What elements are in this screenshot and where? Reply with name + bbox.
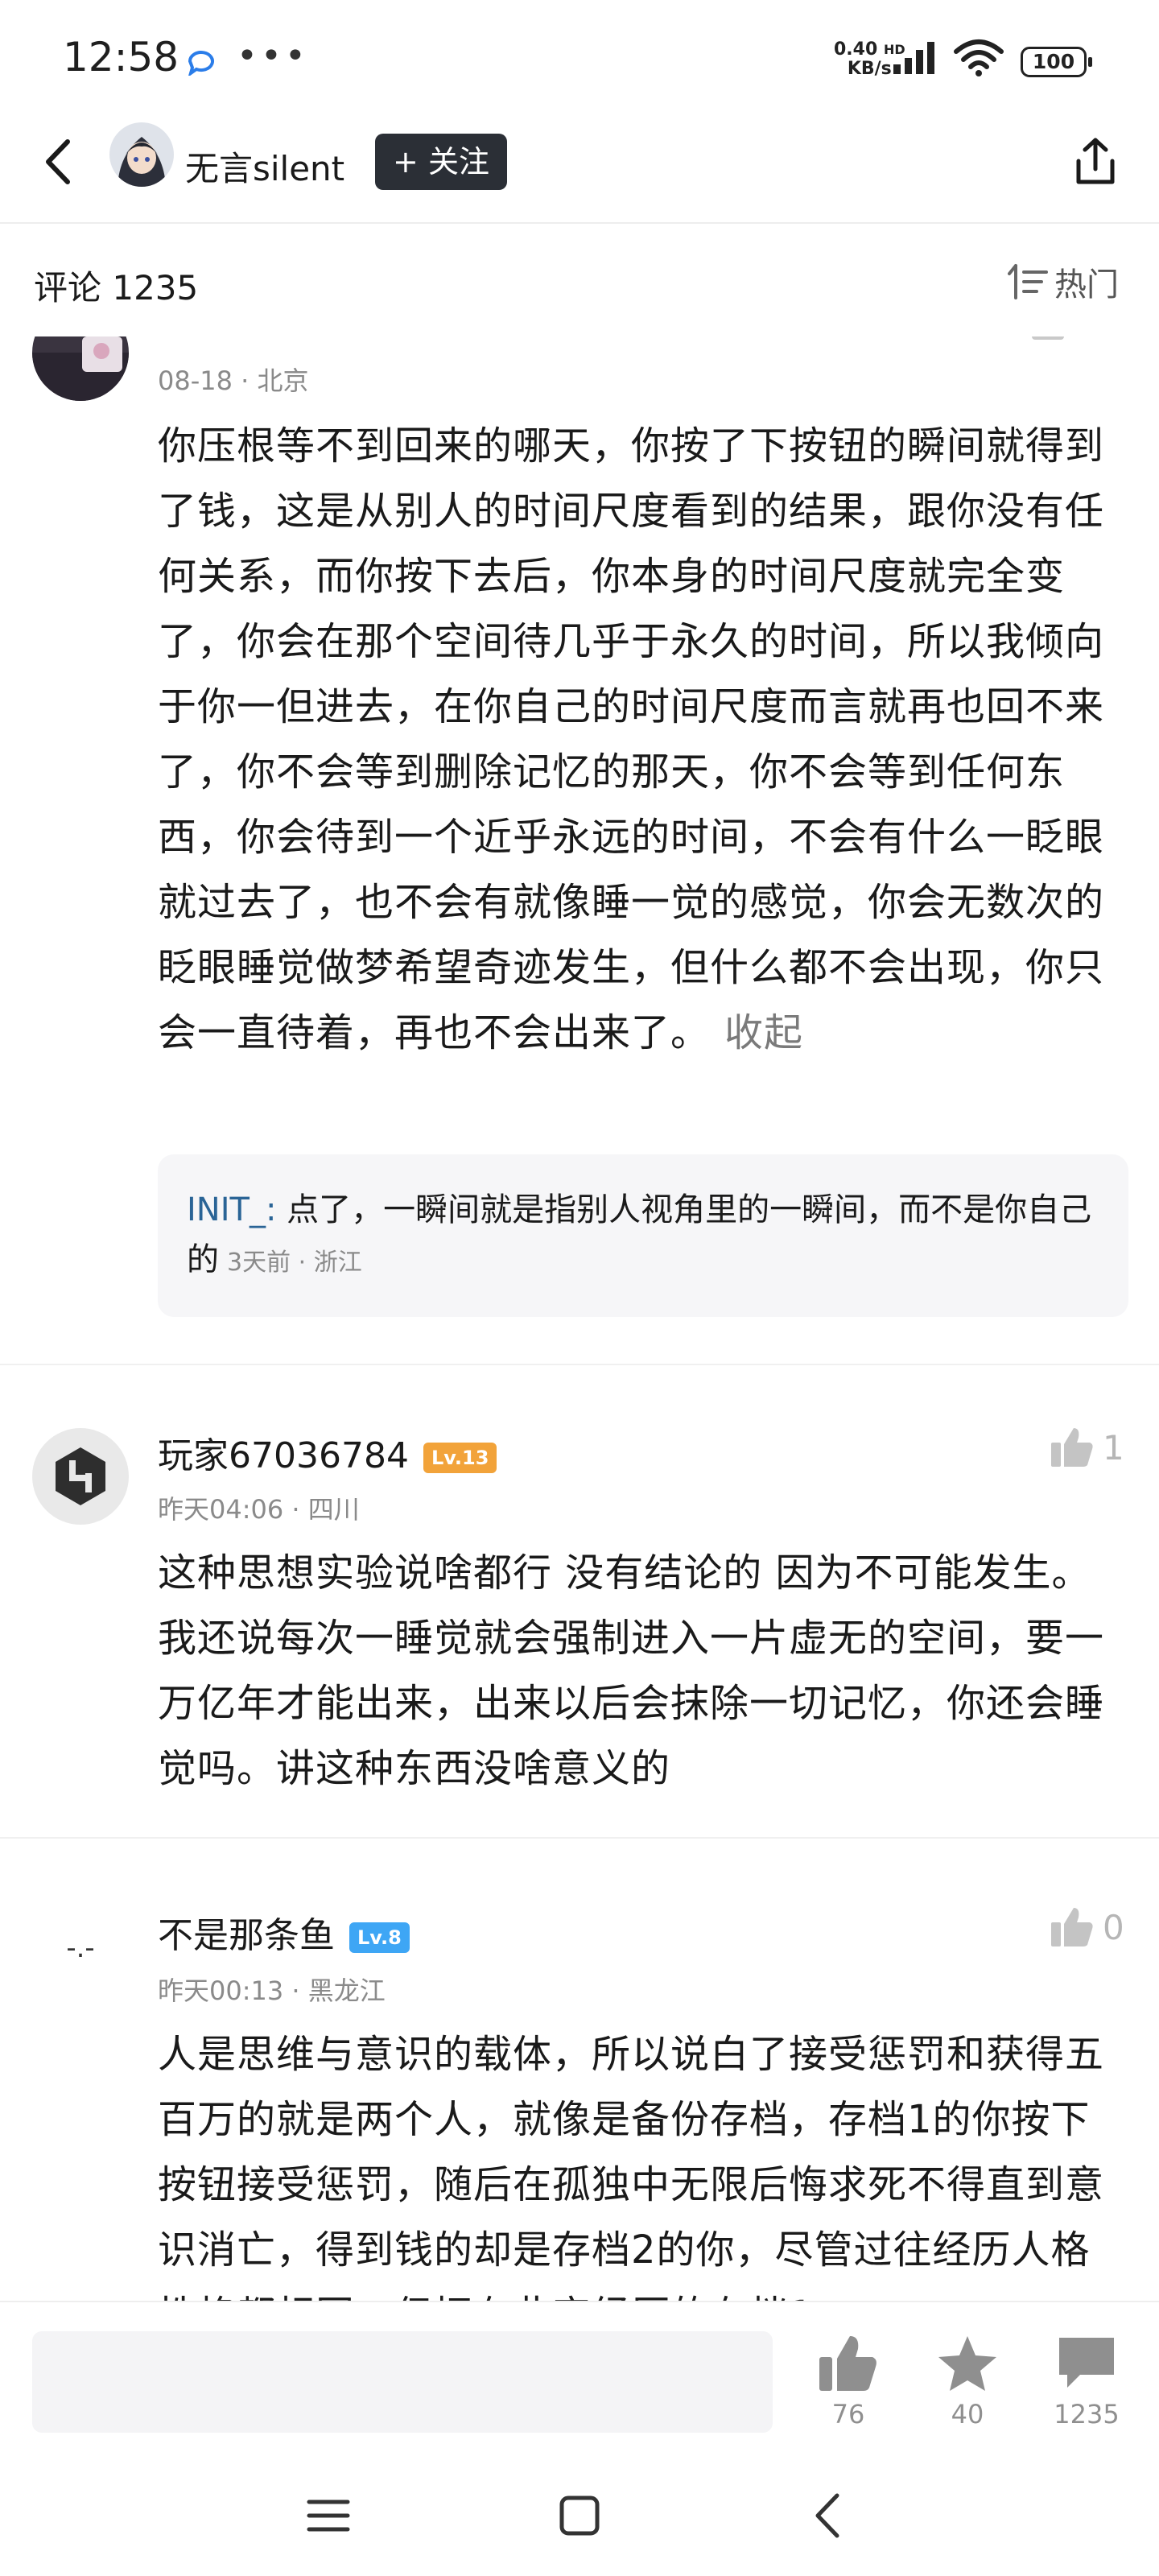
comment-input[interactable]	[32, 2331, 773, 2433]
back-arrow-icon[interactable]	[32, 134, 89, 190]
author-name[interactable]: 无言silent	[185, 142, 344, 191]
wifi-icon	[954, 39, 1004, 76]
comment-author[interactable]: 不是那条鱼 Lv.8	[158, 1906, 410, 1958]
comment-avatar[interactable]: -.-	[32, 1903, 129, 2000]
more-dots-icon: •••	[237, 35, 309, 76]
like-button[interactable]: 0	[1050, 1906, 1124, 1948]
back-icon[interactable]	[797, 2487, 861, 2544]
comment-meta: 昨天04:06 · 四川	[158, 1494, 360, 1525]
comment-avatar[interactable]	[32, 336, 129, 401]
like-count: 0	[1103, 1907, 1124, 1947]
status-bar: 12:58 ••• 0.40 HD KB/s 100	[0, 0, 1159, 121]
battery-indicator: 100	[1021, 47, 1092, 77]
status-time: 12:58	[63, 34, 179, 80]
sort-icon	[1008, 264, 1048, 299]
system-nav-bar	[0, 2455, 1159, 2576]
level-badge: Lv.8	[349, 1922, 410, 1953]
comment-feed[interactable]: 08-18 · 北京 你压根等不到回来的哪天，你按了下按钮的瞬间就得到了钱，这是…	[0, 336, 1159, 2301]
comments-header: 评论 1235 热门	[0, 224, 1159, 336]
chat-bubble-icon	[188, 51, 214, 76]
comment-body: 这种思想实验说啥都行 没有结论的 因为不可能发生。我还说每次一睡觉就会强制进入一…	[158, 1550, 1105, 1791]
like-count: 1	[1103, 1427, 1124, 1468]
comment-meta: 昨天00:13 · 黑龙江	[158, 1975, 386, 2006]
favorite-count: 40	[951, 2399, 984, 2429]
comment-bubble-icon	[1059, 2338, 1114, 2388]
post-like-count: 76	[831, 2399, 865, 2429]
comment-author[interactable]: 玩家67036784 Lv.13	[158, 1426, 497, 1478]
author-avatar[interactable]	[109, 122, 174, 187]
comment-meta: 08-18 · 北京	[158, 365, 309, 396]
comment-separator	[0, 1837, 1159, 1839]
menu-icon[interactable]	[296, 2487, 361, 2544]
sort-button[interactable]: 热门	[1008, 259, 1119, 304]
like-button[interactable]: 1	[1050, 1426, 1124, 1468]
comment-count: 1235	[1054, 2399, 1120, 2429]
favorite-button[interactable]: 40	[919, 2334, 1016, 2429]
comment-separator	[0, 1364, 1159, 1365]
level-badge: Lv.13	[423, 1443, 497, 1473]
thumbs-up-icon	[819, 2336, 876, 2391]
follow-button[interactable]: + 关注	[375, 134, 507, 190]
comments-count-title: 评论 1235	[34, 268, 199, 308]
thumbs-up-icon	[1051, 1428, 1093, 1467]
reply-username[interactable]: INIT_:	[187, 1191, 276, 1228]
star-icon	[938, 2336, 996, 2391]
share-icon[interactable]	[1067, 134, 1124, 190]
collapse-link[interactable]: 收起	[724, 1010, 803, 1055]
bottom-action-bar: 76 40 1235	[0, 2301, 1159, 2455]
home-icon[interactable]	[547, 2487, 612, 2544]
comment-body: 人是思维与意识的载体，所以说白了接受惩罚和获得五百万的就是两个人，就像是备份存档…	[158, 2032, 1105, 2301]
comment-button[interactable]: 1235	[1038, 2334, 1135, 2429]
comment-body: 你压根等不到回来的哪天，你按了下按钮的瞬间就得到了钱，这是从别人的时间尺度看到的…	[158, 423, 1105, 1055]
anime-avatar-icon	[109, 122, 174, 187]
reply-preview[interactable]: INIT_: 点了，一瞬间就是指别人视角里的一瞬间，而不是你自己的 3天前 · 浙…	[158, 1154, 1128, 1317]
hexagon-logo-icon	[56, 1447, 105, 1505]
like-icon[interactable]	[1032, 336, 1080, 343]
avatar-image-icon	[32, 336, 129, 401]
thumbs-up-icon	[1051, 1908, 1093, 1946]
reply-meta: 3天前 · 浙江	[227, 1249, 362, 1277]
sort-label: 热门	[1054, 266, 1119, 303]
comment-avatar[interactable]	[32, 1428, 129, 1525]
post-like-button[interactable]: 76	[800, 2334, 897, 2429]
signal-icon	[893, 42, 934, 74]
